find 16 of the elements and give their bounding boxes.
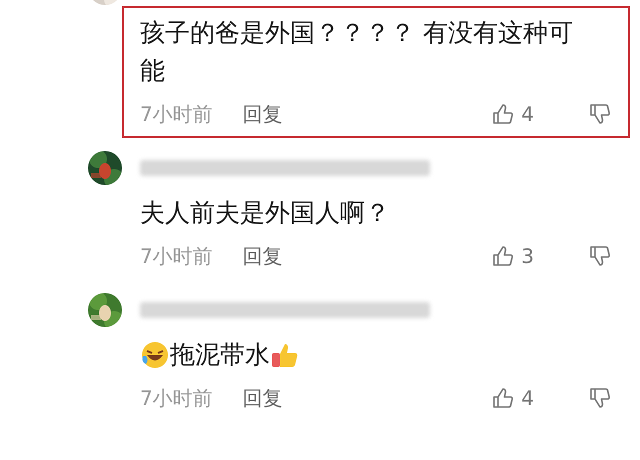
comment-text: 夫人前夫是外国人啊？ [140, 197, 391, 229]
reply-link[interactable]: 回复 [242, 100, 283, 128]
dislike-button[interactable] [588, 386, 612, 410]
comment-time: 7小时前 [140, 100, 213, 128]
like-button[interactable]: 3 [491, 244, 534, 268]
reply-link[interactable]: 回复 [242, 242, 283, 270]
dislike-button[interactable] [588, 244, 612, 268]
comment-time: 7小时前 [140, 384, 213, 412]
dislike-button[interactable] [588, 102, 612, 126]
comment-text: 拖泥带水 [140, 336, 612, 374]
comment-text: 孩子的爸是外国？？？？ 有没有这种可能 [140, 17, 574, 87]
comment-time: 7小时前 [140, 242, 213, 270]
like-button[interactable]: 4 [491, 102, 534, 126]
reply-link[interactable]: 回复 [242, 384, 283, 412]
laughing-emoji-icon [140, 340, 170, 370]
like-button[interactable]: 4 [491, 386, 534, 410]
